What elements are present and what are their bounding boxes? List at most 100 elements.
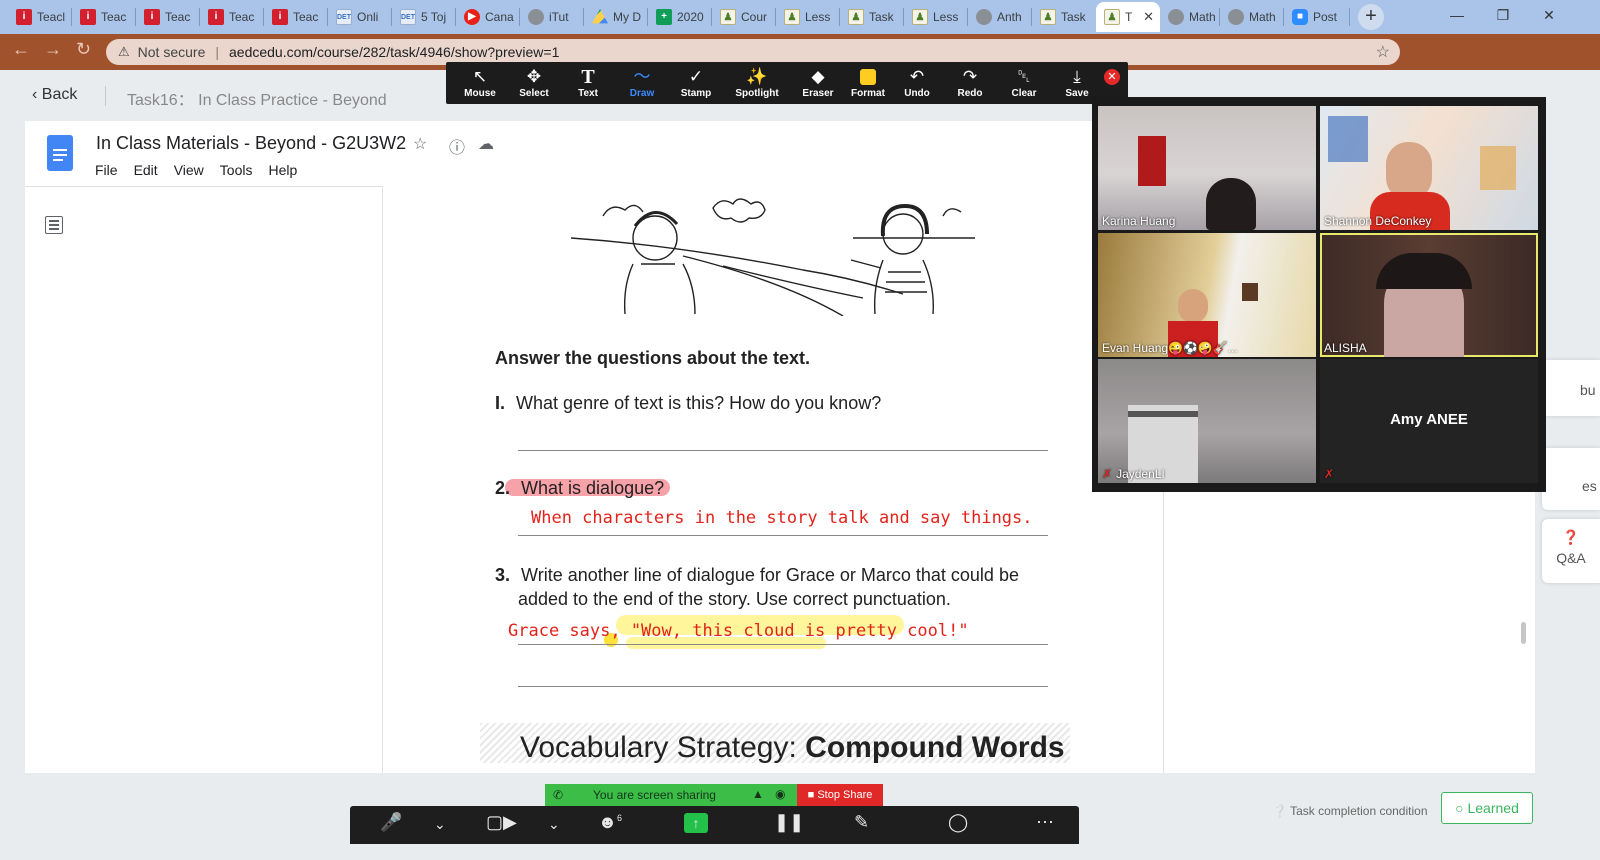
browser-tab[interactable]: ♟ Less [904,2,968,32]
back-arrow-icon[interactable]: ← [12,39,30,60]
task-completion-condition[interactable]: ❔ Task completion condition [1272,804,1428,818]
info-icon[interactable]: ⓘ [449,134,465,158]
tool-redo[interactable]: ↷ Redo [942,62,998,104]
browser-tab[interactable]: ■ Post [1284,2,1350,32]
close-window-icon[interactable]: ✕ [1526,0,1572,30]
restore-icon[interactable]: ❐ [1480,0,1526,30]
tool-label: Clear [1011,88,1037,99]
move-icon: ✥ [526,67,542,86]
globe-icon [528,9,544,25]
participant-tile-video-off[interactable]: Amy ANEE ✗ [1320,359,1538,483]
qa-label: Q&A [1556,550,1586,566]
side-panel-item[interactable]: es [1542,448,1600,510]
tool-clear[interactable]: ␡ Clear [996,62,1052,104]
sheets-icon: + [656,9,672,25]
browser-tab[interactable]: ♟ Cour [712,2,776,32]
tool-spotlight[interactable]: ✨ Spotlight [729,62,785,104]
doc-title[interactable]: In Class Materials - Beyond - G2U3W2 [96,133,406,154]
browser-tab[interactable]: ♟ Task [840,2,904,32]
tab-title: iTut [549,10,569,24]
browser-tab[interactable]: i Teac [200,2,264,32]
tool-select[interactable]: ✥ Select [506,62,562,104]
tool-draw[interactable]: 〜 Draw [614,62,670,104]
document-outline-icon[interactable] [45,216,63,234]
browser-tab[interactable]: iTut [520,2,584,32]
participant-tile[interactable]: Evan Huang😜⚽🤪🎸... [1098,233,1316,357]
browser-tab[interactable]: i Teac [264,2,328,32]
browser-tab[interactable]: DET Onli [328,2,392,32]
tool-format[interactable]: Format [840,62,896,104]
tool-undo[interactable]: ↶ Undo [889,62,945,104]
chevron-down-icon[interactable]: ⌄ [548,816,560,833]
browser-tab[interactable]: DET 5 Toj [392,2,456,32]
browser-tab[interactable]: ♟ Less [776,2,840,32]
browser-tab[interactable]: i Teacl [8,2,72,32]
remote-control-mouse-icon[interactable]: ◯ [948,812,968,833]
browser-tab[interactable]: i Teac [136,2,200,32]
meeting-control-bar: 🎤 ⌄ ▢▶ ⌄ ☻6 ↑ ❚❚ ✎ ◯ ⋯ [350,806,1079,844]
stop-share-button[interactable]: ■ Stop Share [797,784,883,806]
menu-help[interactable]: Help [268,162,297,178]
chevron-down-icon[interactable]: ⌄ [434,816,446,833]
forward-arrow-icon[interactable]: → [44,39,62,60]
microphone-icon[interactable]: 🎤 [380,812,402,833]
tool-stamp[interactable]: ✓ Stamp [668,62,724,104]
browser-tab[interactable]: ▶ Cana [456,2,520,32]
tab-title: Teac [293,10,319,24]
browser-tab[interactable]: ♟ T ✕ [1096,2,1160,32]
browser-tab[interactable]: ♟ Task [1032,2,1096,32]
question-number: I. [495,393,506,413]
learned-button[interactable]: ○ Learned [1441,792,1533,824]
browser-tab[interactable]: Math [1160,2,1220,32]
qa-button[interactable]: ❓ Q&A [1542,519,1600,583]
browser-tab[interactable]: i Teac [72,2,136,32]
question-number: 3. [495,565,511,585]
bookmark-star-icon[interactable]: ☆ [1376,42,1390,62]
tool-eraser[interactable]: ◆ Eraser [790,62,846,104]
share-screen-icon[interactable]: ↑ [684,813,708,833]
google-docs-icon[interactable] [47,135,73,171]
pause-share-icon[interactable]: ❚❚ [774,812,804,833]
menu-tools[interactable]: Tools [220,162,253,178]
answer-2-annotation: When characters in the story talk and sa… [531,508,1033,528]
screen-sharing-banner[interactable]: ✆ You are screen sharing ▲ ◉ [545,784,797,806]
tab-title: Math [1249,10,1276,24]
url-text[interactable]: aedcedu.com/course/282/task/4946/show?pr… [229,44,559,60]
globe-icon [1168,9,1184,25]
participant-tile[interactable]: ✗ JaydenLI [1098,359,1316,483]
menu-file[interactable]: File [95,162,118,178]
browser-tab[interactable]: +2020 [648,2,712,32]
participant-tile[interactable]: Karina Huang [1098,106,1316,230]
browser-tab[interactable]: Math [1220,2,1284,32]
side-panel-item[interactable]: bu [1542,360,1600,416]
close-tab-icon[interactable]: ✕ [1143,9,1154,25]
task-icon: ♟ [784,9,800,25]
tool-mouse[interactable]: ↖ Mouse [452,62,508,104]
undo-icon: ↶ [909,67,925,86]
participant-tile-active-speaker[interactable]: ALISHA [1320,233,1538,357]
back-link[interactable]: ‹ Back [32,86,77,104]
omnibox-divider: | [215,44,219,60]
video-camera-icon[interactable]: ▢▶ [486,812,517,833]
participant-tile[interactable]: Shannon DeConkey [1320,106,1538,230]
more-options-icon[interactable]: ⋯ [1036,812,1054,833]
menu-edit[interactable]: Edit [134,162,158,178]
browser-tab[interactable]: Anth [968,2,1032,32]
tool-text[interactable]: T Text [560,62,616,104]
participant-name: ALISHA [1324,341,1367,355]
tab-title: Teac [229,10,255,24]
minimize-icon[interactable]: — [1434,0,1480,30]
annotate-pencil-icon[interactable]: ✎ [854,812,869,833]
cloud-icon[interactable]: ☁ [478,134,494,154]
tab-title: Cana [485,10,514,24]
warning-icon: ⚠ [118,44,130,59]
participants-icon[interactable]: ☻6 [598,812,622,833]
close-annotation-icon[interactable]: ✕ [1104,69,1120,85]
tool-label: Spotlight [735,88,779,99]
new-tab-button[interactable]: + [1358,4,1384,30]
reload-icon[interactable]: ↻ [76,39,91,60]
star-icon[interactable]: ☆ [413,134,427,154]
browser-tab[interactable]: My D [584,2,648,32]
menu-view[interactable]: View [174,162,204,178]
scrollbar-thumb[interactable] [1521,622,1526,644]
